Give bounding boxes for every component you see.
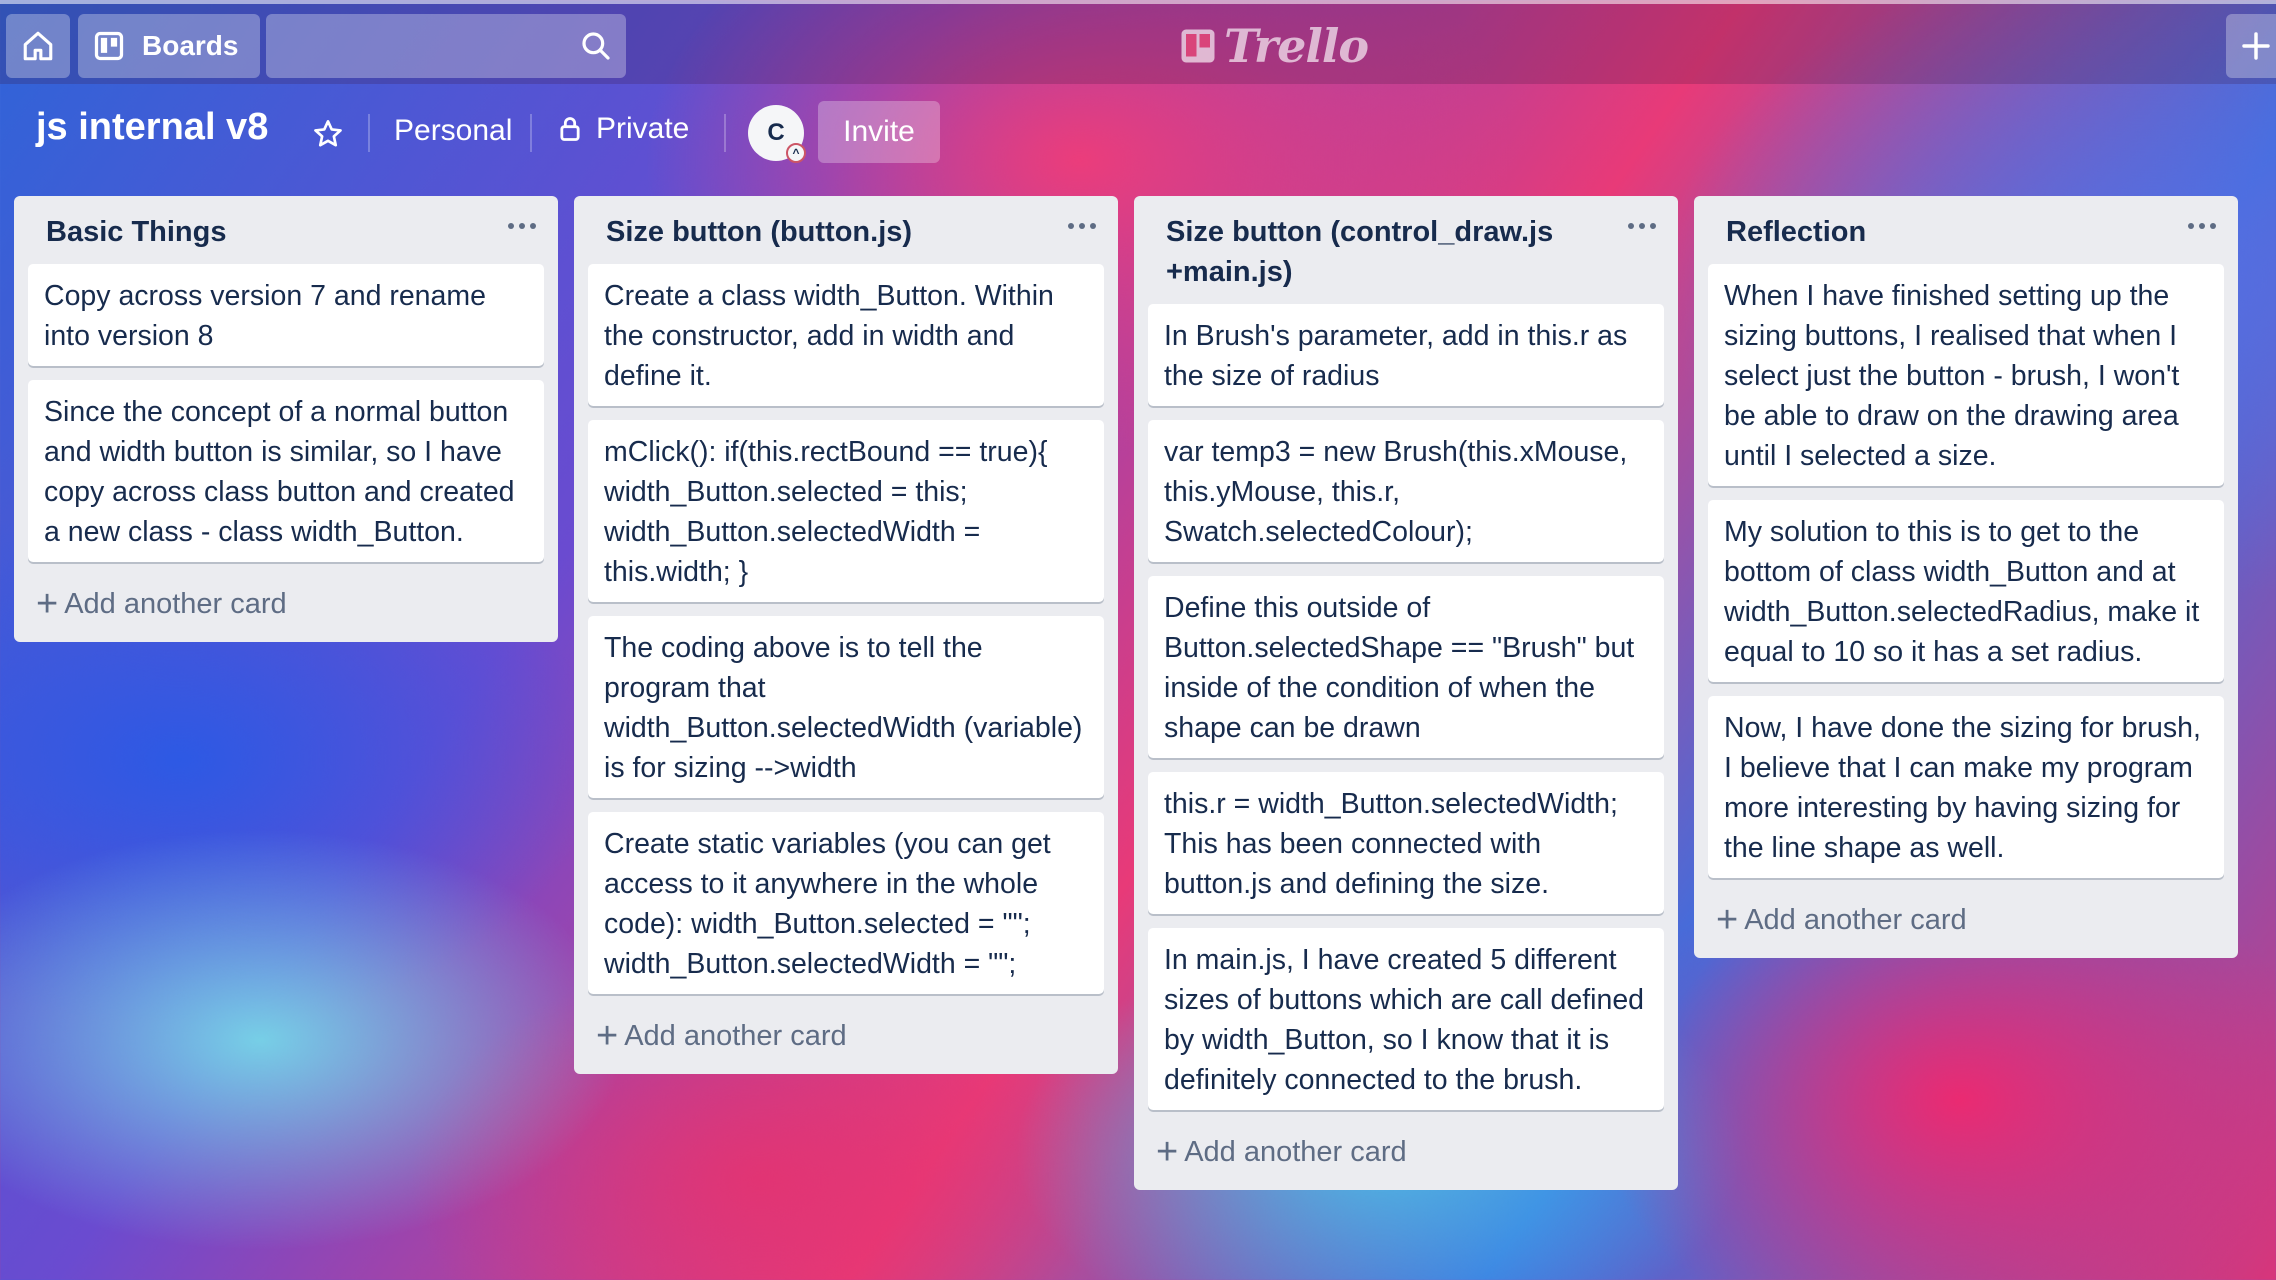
divider <box>368 114 370 152</box>
trello-logo[interactable]: Trello <box>1180 19 1369 73</box>
card[interactable]: Define this outside of Button.selectedSh… <box>1148 576 1664 758</box>
card[interactable]: The coding above is to tell the program … <box>588 616 1104 798</box>
add-card-button[interactable]: + Add another card <box>588 1008 1104 1074</box>
home-button[interactable] <box>6 14 70 78</box>
card[interactable]: Copy across version 7 and rename into ve… <box>28 264 544 366</box>
list-menu-icon[interactable] <box>2180 210 2224 242</box>
list-basic-things: Basic Things Copy across version 7 and r… <box>14 196 558 642</box>
list-title[interactable]: Basic Things <box>28 196 544 264</box>
create-button[interactable] <box>2226 14 2276 78</box>
top-header-bar: Boards Trello <box>0 0 2276 84</box>
search-input[interactable] <box>266 14 626 78</box>
star-icon <box>314 120 342 147</box>
card[interactable]: Create a class width_Button. Within the … <box>588 264 1104 406</box>
card[interactable]: In Brush's parameter, add in this.r as t… <box>1148 304 1664 406</box>
card[interactable]: this.r = width_Button.selectedWidth; Thi… <box>1148 772 1664 914</box>
list-title[interactable]: Reflection <box>1708 196 2224 264</box>
admin-badge-icon: ^ <box>786 143 806 163</box>
card[interactable]: Create static variables (you can get acc… <box>588 812 1104 994</box>
team-visibility-button[interactable]: Personal <box>394 114 512 148</box>
add-card-label: Add another card <box>624 1020 847 1052</box>
card[interactable]: When I have finished setting up the sizi… <box>1708 264 2224 486</box>
plus-icon <box>2242 32 2270 60</box>
divider <box>724 114 726 152</box>
card[interactable]: Now, I have done the sizing for brush, I… <box>1708 696 2224 878</box>
list-reflection: Reflection When I have finished setting … <box>1694 196 2238 958</box>
card[interactable]: My solution to this is to get to the bot… <box>1708 500 2224 682</box>
list-menu-icon[interactable] <box>1060 210 1104 242</box>
add-card-label: Add another card <box>1184 1136 1407 1168</box>
add-card-button[interactable]: + Add another card <box>1708 892 2224 958</box>
member-avatar[interactable]: C ^ <box>748 105 806 163</box>
add-card-button[interactable]: + Add another card <box>1148 1124 1664 1190</box>
privacy-label: Private <box>596 112 690 145</box>
boards-icon <box>94 31 124 61</box>
card[interactable]: Since the concept of a normal button and… <box>28 380 544 562</box>
board-title[interactable]: js internal v8 <box>36 106 268 149</box>
list-menu-icon[interactable] <box>500 210 544 242</box>
trello-logo-icon <box>1181 29 1215 63</box>
boards-label: Boards <box>142 30 239 61</box>
list-size-button-control-draw: Size button (control_draw.js +main.js) I… <box>1134 196 1678 1190</box>
list-size-button-button-js: Size button (button.js) Create a class w… <box>574 196 1118 1074</box>
plus-icon: + <box>36 583 59 625</box>
add-card-button[interactable]: + Add another card <box>28 576 544 642</box>
card[interactable]: In main.js, I have created 5 different s… <box>1148 928 1664 1110</box>
boards-button[interactable]: Boards <box>78 14 260 78</box>
plus-icon: + <box>596 1015 619 1057</box>
privacy-button[interactable]: Private <box>558 112 689 146</box>
avatar-initial: C <box>767 119 785 146</box>
list-menu-icon[interactable] <box>1620 210 1664 242</box>
card[interactable]: mClick(): if(this.rectBound == true){ wi… <box>588 420 1104 602</box>
divider <box>530 114 532 152</box>
star-button[interactable] <box>306 112 350 156</box>
invite-button[interactable]: Invite <box>818 101 940 163</box>
board-header: js internal v8 Personal Private C ^ Invi… <box>0 96 2276 168</box>
lock-icon <box>560 117 580 141</box>
list-title[interactable]: Size button (button.js) <box>588 196 1104 264</box>
plus-icon: + <box>1716 899 1739 941</box>
home-icon <box>23 31 53 61</box>
search-icon <box>582 32 610 60</box>
list-title[interactable]: Size button (control_draw.js +main.js) <box>1148 196 1664 304</box>
add-card-label: Add another card <box>64 588 287 620</box>
logo-text: Trello <box>1224 19 1369 73</box>
card[interactable]: var temp3 = new Brush(this.xMouse, this.… <box>1148 420 1664 562</box>
add-card-label: Add another card <box>1744 904 1967 936</box>
plus-icon: + <box>1156 1131 1179 1173</box>
